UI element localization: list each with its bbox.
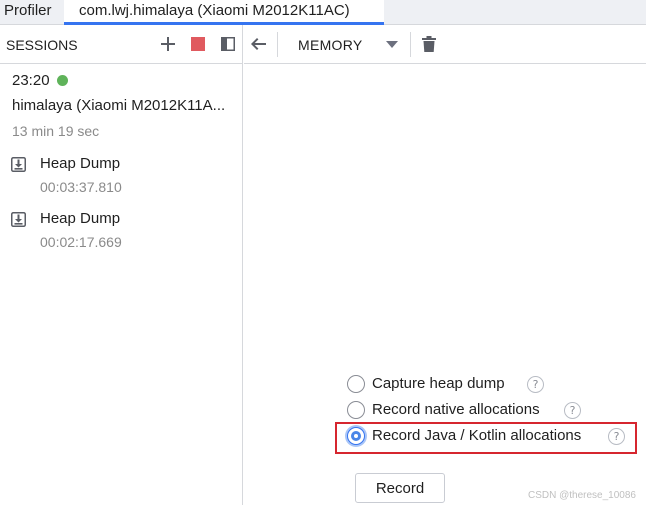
watermark: CSDN @therese_10086 (528, 490, 636, 501)
capture-heap-dump-radio[interactable] (347, 375, 365, 393)
session-name[interactable]: himalaya (Xiaomi M2012K11A... (12, 97, 225, 114)
download-icon (11, 212, 26, 227)
help-icon[interactable]: ? (564, 402, 581, 419)
heap-dump-label: Heap Dump (40, 210, 121, 227)
trash-icon (422, 36, 436, 52)
record-button-label: Record (375, 480, 425, 497)
sessions-panel: SESSIONS 23:20 himalaya (Xiaomi M2012K11… (0, 25, 243, 505)
session-status-dot (57, 75, 68, 86)
sessions-header: SESSIONS (0, 25, 243, 64)
toolbar-divider (277, 32, 278, 57)
add-session-button[interactable] (158, 34, 178, 54)
heap-dump-time: 00:02:17.669 (40, 234, 122, 250)
record-native-allocations-radio[interactable] (347, 401, 365, 419)
delete-button[interactable] (419, 34, 439, 54)
heap-dump-item[interactable]: Heap Dump 00:02:17.669 (0, 208, 243, 258)
plus-icon (161, 37, 175, 51)
highlight-box (335, 422, 637, 454)
sessions-title: SESSIONS (6, 37, 78, 53)
help-icon[interactable]: ? (527, 376, 544, 393)
option-capture-heap-dump[interactable]: Capture heap dump (346, 374, 636, 396)
back-button[interactable] (249, 34, 269, 54)
session-duration: 13 min 19 sec (12, 123, 100, 139)
tab-session[interactable]: com.lwj.himalaya (Xiaomi M2012K11AC) (64, 0, 384, 25)
stop-session-button[interactable] (188, 34, 208, 54)
download-icon (11, 157, 26, 172)
heap-dump-item[interactable]: Heap Dump 00:03:37.810 (0, 153, 243, 203)
record-button[interactable]: Record (355, 473, 445, 503)
option-label: Record native allocations (372, 401, 540, 418)
option-record-native-allocations[interactable]: Record native allocations (346, 400, 636, 422)
app-title: Profiler (4, 2, 52, 19)
chevron-down-icon (386, 41, 398, 48)
memory-toolbar: MEMORY (244, 25, 646, 64)
profiler-selector[interactable]: MEMORY (286, 30, 406, 58)
back-arrow-icon (251, 38, 266, 50)
tab-label: com.lwj.himalaya (Xiaomi M2012K11AC) (79, 2, 350, 19)
toggle-panel-button[interactable] (218, 34, 238, 54)
profiler-selector-label: MEMORY (298, 37, 363, 53)
heap-dump-label: Heap Dump (40, 155, 121, 172)
heap-dump-time: 00:03:37.810 (40, 179, 122, 195)
option-label: Capture heap dump (372, 375, 505, 392)
toolbar-divider (410, 32, 411, 57)
panel-toggle-icon (221, 37, 235, 51)
top-bar: Profiler com.lwj.himalaya (Xiaomi M2012K… (0, 0, 646, 25)
session-time[interactable]: 23:20 (12, 72, 50, 89)
stop-icon (191, 37, 205, 51)
